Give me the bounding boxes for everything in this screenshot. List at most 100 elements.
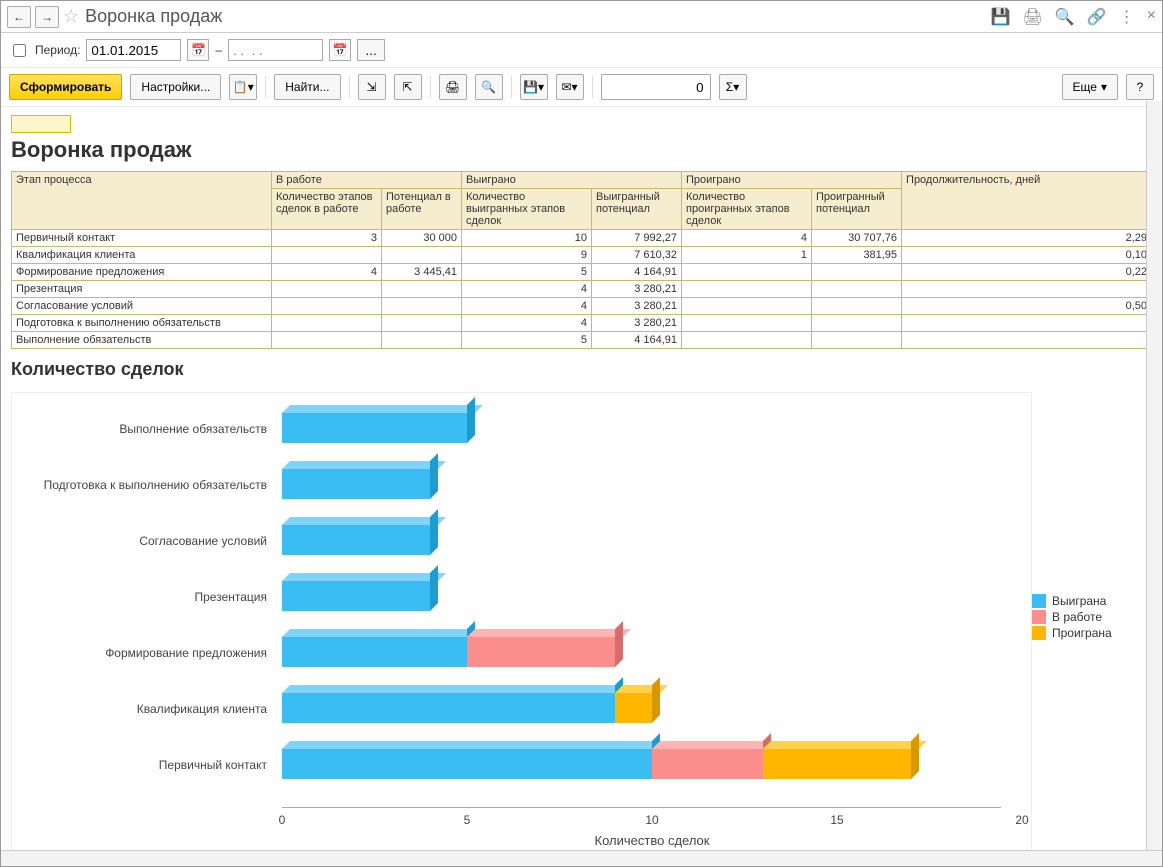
cell-lost-pot xyxy=(812,264,902,281)
cell-work-count: 4 xyxy=(272,264,382,281)
link-icon[interactable]: 🔗 xyxy=(1087,7,1107,27)
expand-button[interactable]: ⇲ xyxy=(358,74,386,100)
legend-item[interactable]: В работе xyxy=(1032,610,1152,624)
chart-bar-segment[interactable] xyxy=(282,413,467,443)
table-row[interactable]: Подготовка к выполнению обязательств 4 3… xyxy=(12,315,1152,332)
calendar-to-button[interactable]: 📅 xyxy=(329,39,351,61)
close-icon[interactable]: × xyxy=(1147,7,1156,27)
save-icon[interactable]: 💾 xyxy=(991,7,1011,27)
table-row[interactable]: Первичный контакт 3 30 000 10 7 992,27 4… xyxy=(12,230,1152,247)
cell-duration: 2,29 xyxy=(902,230,1152,247)
cell-work-pot xyxy=(382,247,462,264)
cell-stage: Квалификация клиента xyxy=(12,247,272,264)
chart-bar-segment[interactable] xyxy=(652,749,763,779)
collapse-icon: ⇱ xyxy=(402,80,412,94)
chart-bar-segment[interactable] xyxy=(467,637,615,667)
chart-category-label: Квалификация клиента xyxy=(12,702,267,716)
th-stage: Этап процесса xyxy=(12,172,272,230)
table-row[interactable]: Презентация 4 3 280,21 xyxy=(12,281,1152,298)
send-button[interactable]: ✉▾ xyxy=(556,74,584,100)
chart-bar-segment[interactable] xyxy=(282,581,430,611)
find-button[interactable]: Найти... xyxy=(274,74,340,100)
chart-x-tick: 20 xyxy=(1015,813,1028,827)
deals-bar-chart: Выполнение обязательствПодготовка к выпо… xyxy=(11,392,1032,850)
report-title: Воронка продаж xyxy=(11,137,1152,163)
preview-button[interactable]: 🔍 xyxy=(475,74,503,100)
date-from-input[interactable] xyxy=(86,39,181,61)
legend-item[interactable]: Проиграна xyxy=(1032,626,1152,640)
cell-won-count: 10 xyxy=(462,230,592,247)
calendar-icon: 📅 xyxy=(191,43,206,57)
chart-bar-segment[interactable] xyxy=(282,637,467,667)
sheet-tab[interactable] xyxy=(11,115,71,133)
legend-item[interactable]: Выиграна xyxy=(1032,594,1152,608)
th-group-won: Выиграно xyxy=(462,172,682,189)
chart-bar-segment[interactable] xyxy=(282,749,652,779)
cell-won-pot: 3 280,21 xyxy=(592,298,682,315)
cell-work-pot xyxy=(382,332,462,349)
chart-x-tick: 10 xyxy=(645,813,658,827)
th-won-count: Количество выигранных этапов сделок xyxy=(462,189,592,230)
calendar-from-button[interactable]: 📅 xyxy=(187,39,209,61)
chart-bar-segment[interactable] xyxy=(615,693,652,723)
cell-won-pot: 3 280,21 xyxy=(592,315,682,332)
chart-x-tick: 5 xyxy=(464,813,471,827)
cell-lost-count xyxy=(682,315,812,332)
cell-won-count: 5 xyxy=(462,332,592,349)
cell-lost-pot xyxy=(812,281,902,298)
cell-stage: Презентация xyxy=(12,281,272,298)
cell-won-pot: 4 164,91 xyxy=(592,332,682,349)
help-button[interactable]: ? xyxy=(1126,74,1154,100)
chart-bar-segment[interactable] xyxy=(282,525,430,555)
collapse-button[interactable]: ⇱ xyxy=(394,74,422,100)
preview-icon[interactable]: 🔍 xyxy=(1055,7,1075,27)
cell-won-pot: 4 164,91 xyxy=(592,264,682,281)
cell-lost-pot xyxy=(812,315,902,332)
more-icon[interactable]: ⋮ xyxy=(1119,7,1135,27)
legend-swatch xyxy=(1032,610,1046,624)
th-work-count: Количество этапов сделок в работе xyxy=(272,189,382,230)
expand-icon: ⇲ xyxy=(366,80,376,94)
cell-won-count: 5 xyxy=(462,264,592,281)
legend-label: Выиграна xyxy=(1052,594,1106,608)
cell-work-pot xyxy=(382,281,462,298)
printer-icon: 🖨 xyxy=(445,80,460,94)
period-picker-button[interactable]: ... xyxy=(357,39,385,61)
sum-input[interactable] xyxy=(601,74,711,100)
envelope-icon: ✉▾ xyxy=(561,80,577,94)
separator xyxy=(592,76,593,98)
vertical-scrollbar[interactable] xyxy=(1146,101,1162,850)
table-row[interactable]: Согласование условий 4 3 280,21 0,50 xyxy=(12,298,1152,315)
cell-stage: Выполнение обязательств xyxy=(12,332,272,349)
table-row[interactable]: Формирование предложения 4 3 445,41 5 4 … xyxy=(12,264,1152,281)
period-checkbox[interactable] xyxy=(13,44,26,57)
chart-bar-segment[interactable] xyxy=(763,749,911,779)
arrow-right-icon: → xyxy=(41,10,53,24)
table-row[interactable]: Квалификация клиента 9 7 610,32 1 381,95… xyxy=(12,247,1152,264)
horizontal-scrollbar[interactable] xyxy=(1,850,1162,866)
more-button[interactable]: Еще ▾ xyxy=(1062,74,1118,100)
autosum-button[interactable]: Σ▾ xyxy=(719,74,747,100)
chart-bar-segment[interactable] xyxy=(282,469,430,499)
settings-button[interactable]: Настройки... xyxy=(130,74,221,100)
chart-x-tick: 0 xyxy=(279,813,286,827)
diskette-icon: 💾▾ xyxy=(523,80,544,94)
report-content[interactable]: Воронка продаж Этап процесса В работе Вы… xyxy=(1,107,1162,850)
nav-back-button[interactable]: ← xyxy=(7,6,31,28)
legend-swatch xyxy=(1032,626,1046,640)
table-body: Первичный контакт 3 30 000 10 7 992,27 4… xyxy=(12,230,1152,349)
chart-legend: Выиграна В работе Проиграна xyxy=(1032,392,1152,850)
print-icon[interactable]: 🖨 xyxy=(1023,7,1043,27)
date-to-input[interactable] xyxy=(228,39,323,61)
favorite-star-icon[interactable]: ☆ xyxy=(63,6,79,27)
nav-forward-button[interactable]: → xyxy=(35,6,59,28)
save-button[interactable]: 💾▾ xyxy=(520,74,548,100)
run-report-button[interactable]: Сформировать xyxy=(9,74,122,100)
table-row[interactable]: Выполнение обязательств 5 4 164,91 xyxy=(12,332,1152,349)
chart-bar-segment[interactable] xyxy=(282,693,615,723)
cell-duration: 0,10 xyxy=(902,247,1152,264)
print-button[interactable]: 🖨 xyxy=(439,74,467,100)
variants-button[interactable]: 📋▾ xyxy=(229,74,257,100)
variants-icon: 📋▾ xyxy=(233,80,254,94)
cell-work-pot xyxy=(382,315,462,332)
